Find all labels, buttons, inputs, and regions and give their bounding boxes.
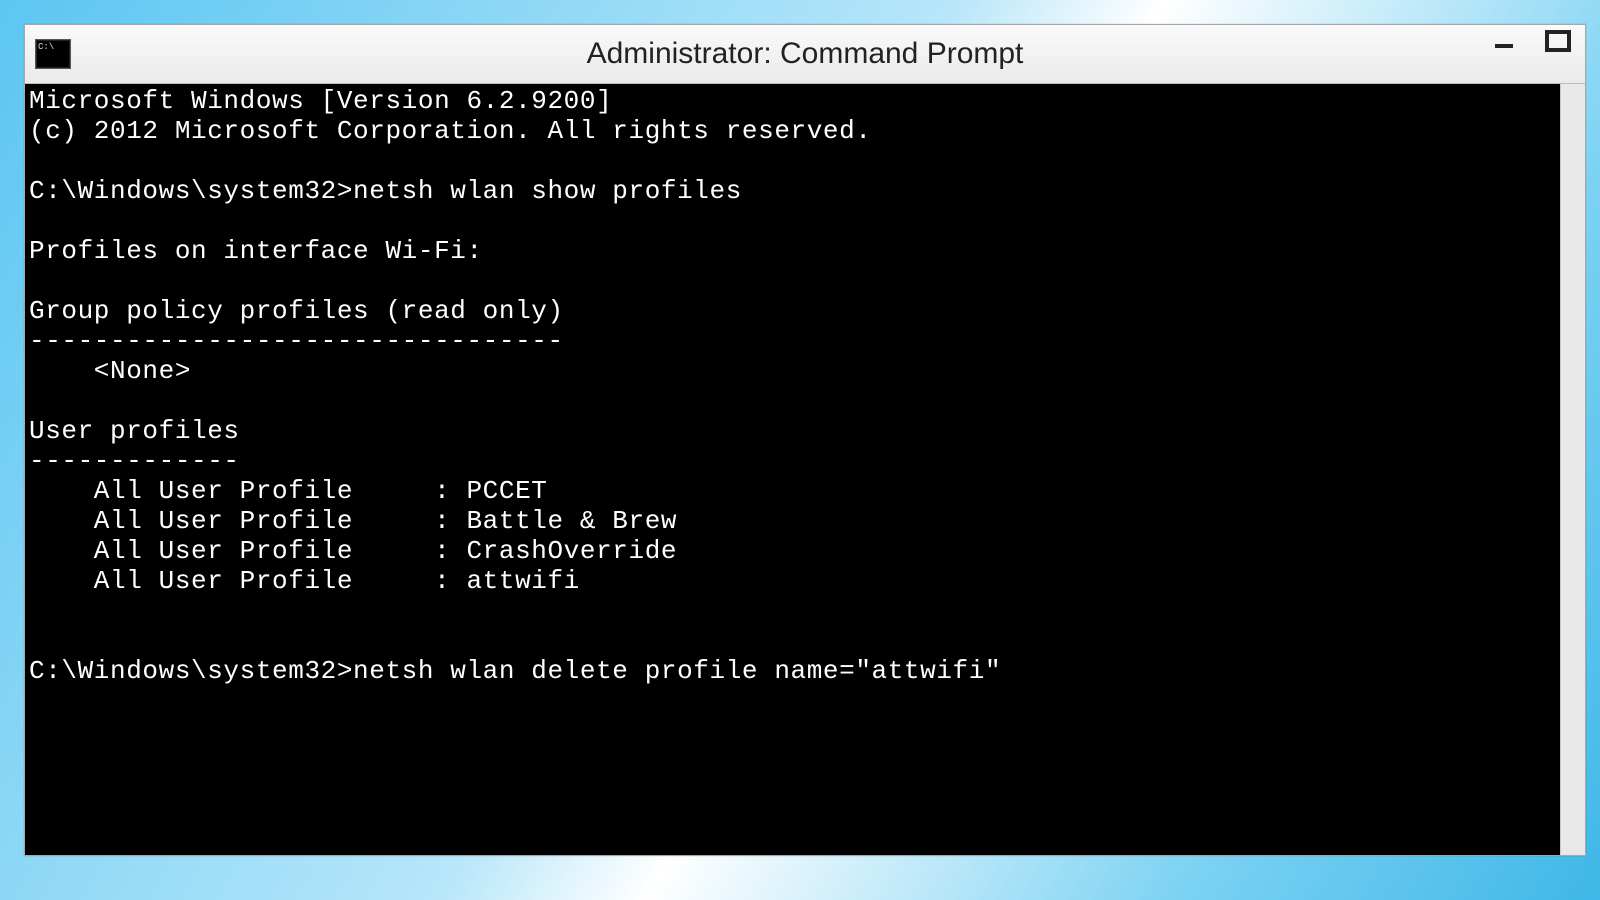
- console-line: Group policy profiles (read only): [29, 296, 564, 326]
- window-controls: [1477, 25, 1585, 83]
- vertical-scrollbar[interactable]: [1560, 84, 1585, 855]
- console-line: (c) 2012 Microsoft Corporation. All righ…: [29, 116, 872, 146]
- console-line: -------------: [29, 446, 240, 476]
- console-line: All User Profile : CrashOverride: [29, 536, 677, 566]
- minimize-button[interactable]: [1477, 25, 1531, 59]
- console-output[interactable]: Microsoft Windows [Version 6.2.9200] (c)…: [25, 84, 1560, 855]
- console-line: <None>: [29, 356, 191, 386]
- desktop-background: Administrator: Command Prompt Microsoft …: [0, 0, 1600, 900]
- maximize-button[interactable]: [1531, 25, 1585, 59]
- console-line: Profiles on interface Wi-Fi:: [29, 236, 483, 266]
- console-line: ---------------------------------: [29, 326, 564, 356]
- console-line: All User Profile : attwifi: [29, 566, 580, 596]
- command-prompt-window: Administrator: Command Prompt Microsoft …: [24, 24, 1586, 856]
- console-line: All User Profile : Battle & Brew: [29, 506, 677, 536]
- console-line: C:\Windows\system32>netsh wlan delete pr…: [29, 656, 1001, 686]
- titlebar[interactable]: Administrator: Command Prompt: [25, 25, 1585, 84]
- console-line: User profiles: [29, 416, 240, 446]
- client-area: Microsoft Windows [Version 6.2.9200] (c)…: [25, 84, 1585, 855]
- console-line: Microsoft Windows [Version 6.2.9200]: [29, 86, 612, 116]
- console-line: All User Profile : PCCET: [29, 476, 547, 506]
- system-menu-icon[interactable]: [35, 39, 71, 69]
- console-line: C:\Windows\system32>netsh wlan show prof…: [29, 176, 742, 206]
- maximize-icon: [1545, 30, 1571, 54]
- window-title: Administrator: Command Prompt: [25, 37, 1585, 71]
- minimize-icon: [1492, 30, 1516, 54]
